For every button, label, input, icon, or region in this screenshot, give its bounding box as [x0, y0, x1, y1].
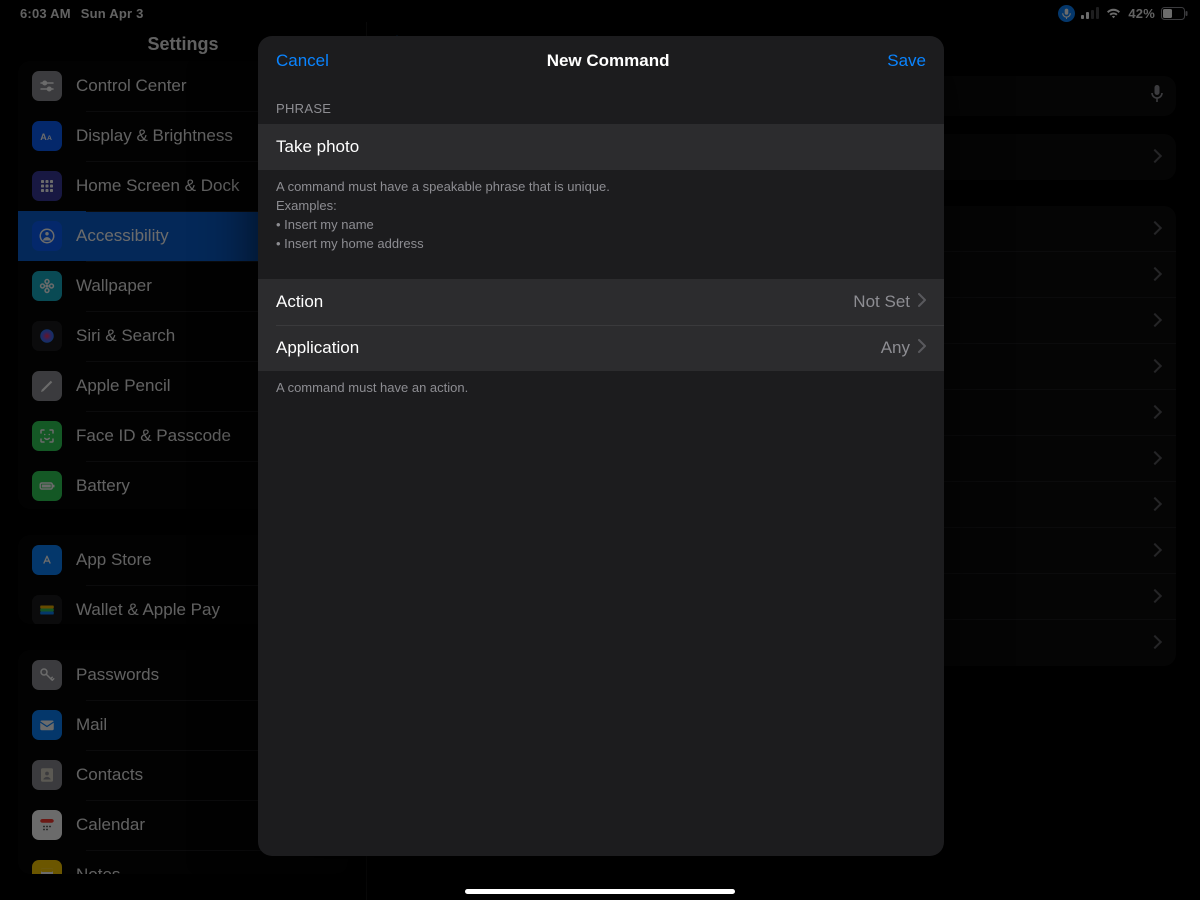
svg-text:A: A	[40, 132, 47, 142]
sidebar-item-label: Apple Pencil	[76, 376, 171, 396]
phrase-section-header: Phrase	[258, 83, 944, 124]
dictate-icon[interactable]	[1150, 84, 1164, 109]
status-right: 42%	[1058, 5, 1188, 22]
footer-line: • Insert my home address	[276, 235, 926, 254]
sidebar-item-label: Notes	[76, 865, 120, 874]
siri-icon	[32, 321, 62, 351]
application-row[interactable]: Application Any	[258, 325, 944, 371]
wifi-icon	[1105, 7, 1122, 19]
battery-icon	[32, 471, 62, 501]
sidebar-item-label: Siri & Search	[76, 326, 175, 346]
key-icon	[32, 660, 62, 690]
sidebar-item-label: Calendar	[76, 815, 145, 835]
phrase-input-row[interactable]: Take photo	[258, 124, 944, 170]
save-button[interactable]: Save	[887, 51, 926, 71]
sidebar-item-label: Wallpaper	[76, 276, 152, 296]
sidebar-item-label: Display & Brightness	[76, 126, 233, 146]
sidebar-item-label: Wallet & Apple Pay	[76, 600, 220, 620]
home-indicator[interactable]	[465, 889, 735, 894]
slider-icon	[32, 71, 62, 101]
flower-icon	[32, 271, 62, 301]
sidebar-item-label: Battery	[76, 476, 130, 496]
grid-icon	[32, 171, 62, 201]
calendar-icon	[32, 810, 62, 840]
battery-percent: 42%	[1128, 6, 1155, 21]
status-bar: 6:03 AM Sun Apr 3 42%	[0, 0, 1200, 22]
phrase-input-value: Take photo	[276, 137, 359, 157]
wallet-icon	[32, 595, 62, 625]
sidebar-item-label: Control Center	[76, 76, 187, 96]
contacts-icon	[32, 760, 62, 790]
sidebar-item-label: Contacts	[76, 765, 143, 785]
battery-icon	[1161, 7, 1188, 20]
sheet-title: New Command	[547, 51, 670, 71]
footer-line: • Insert my name	[276, 216, 926, 235]
new-command-sheet: Cancel New Command Save Phrase Take phot…	[258, 36, 944, 856]
action-section-footer: A command must have an action.	[258, 371, 944, 402]
sidebar-item-label: Face ID & Passcode	[76, 426, 231, 446]
action-label: Action	[276, 292, 323, 312]
application-value: Any	[881, 338, 910, 358]
cancel-button[interactable]: Cancel	[276, 51, 329, 71]
voice-control-icon	[1058, 5, 1075, 22]
faceid-icon	[32, 421, 62, 451]
footer-line: A command must have a speakable phrase t…	[276, 178, 926, 197]
status-time: 6:03 AM	[20, 6, 71, 21]
svg-text:A: A	[47, 135, 52, 142]
status-date: Sun Apr 3	[81, 6, 144, 21]
phrase-section-footer: A command must have a speakable phrase t…	[258, 170, 944, 257]
aa-icon: AA	[32, 121, 62, 151]
application-label: Application	[276, 338, 359, 358]
notes-icon	[32, 860, 62, 874]
person-icon	[32, 221, 62, 251]
sidebar-item-label: Home Screen & Dock	[76, 176, 239, 196]
action-value: Not Set	[853, 292, 910, 312]
sidebar-item-label: Passwords	[76, 665, 159, 685]
pencil-icon	[32, 371, 62, 401]
chevron-right-icon	[918, 292, 926, 312]
chevron-right-icon	[918, 338, 926, 358]
sidebar-item-label: App Store	[76, 550, 152, 570]
mail-icon	[32, 710, 62, 740]
appstore-icon	[32, 545, 62, 575]
cellular-icon	[1081, 7, 1099, 19]
sidebar-item-label: Mail	[76, 715, 107, 735]
sidebar-item-label: Accessibility	[76, 226, 169, 246]
action-row[interactable]: Action Not Set	[258, 279, 944, 325]
footer-line: Examples:	[276, 197, 926, 216]
